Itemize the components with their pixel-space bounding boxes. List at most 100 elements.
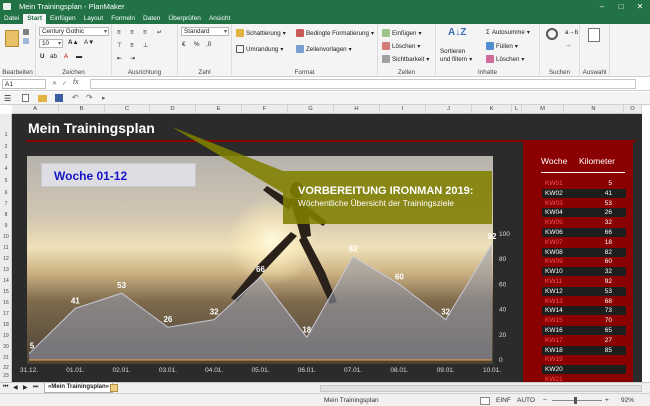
- column-header[interactable]: G: [288, 105, 334, 114]
- row-header[interactable]: 10: [0, 234, 12, 240]
- column-header[interactable]: F: [242, 105, 288, 114]
- align-center-icon[interactable]: ≡: [130, 29, 134, 36]
- row-header[interactable]: 21: [0, 355, 12, 361]
- redo-icon[interactable]: ↷: [86, 93, 93, 102]
- new-file-icon[interactable]: [22, 94, 29, 102]
- formula-input[interactable]: [90, 79, 636, 89]
- cell-reference-box[interactable]: A1: [2, 79, 46, 89]
- align-middle-icon[interactable]: ≡: [130, 42, 134, 49]
- column-header[interactable]: B: [59, 105, 105, 114]
- zoom-slider[interactable]: [552, 400, 602, 401]
- underline-icon[interactable]: U: [40, 53, 44, 60]
- row-header[interactable]: 18: [0, 322, 12, 328]
- zoom-in-icon[interactable]: +: [605, 395, 609, 406]
- tab-daten[interactable]: Daten: [139, 14, 164, 24]
- row-header[interactable]: 1: [0, 132, 12, 138]
- tab-datei[interactable]: Datei: [0, 14, 23, 24]
- status-mode-einf[interactable]: EINF: [496, 395, 511, 406]
- font-name-select[interactable]: Century Gothic: [39, 27, 109, 36]
- cut-icon[interactable]: [23, 29, 29, 35]
- add-sheet-icon[interactable]: [110, 384, 118, 392]
- column-header[interactable]: I: [380, 105, 426, 114]
- row-header[interactable]: 13: [0, 267, 12, 273]
- next-sheet-icon[interactable]: ▶: [23, 384, 28, 391]
- wrap-text-icon[interactable]: ↵: [157, 29, 162, 36]
- indent-icon[interactable]: ⇤: [117, 55, 122, 62]
- percent-icon[interactable]: %: [194, 41, 200, 48]
- row-header[interactable]: 5: [0, 178, 12, 184]
- align-left-icon[interactable]: ≡: [117, 29, 121, 36]
- select-icon[interactable]: [588, 28, 600, 42]
- undo-icon[interactable]: ↶: [72, 93, 79, 102]
- copy-icon[interactable]: [23, 38, 29, 44]
- row-header[interactable]: 9: [0, 223, 12, 229]
- thousands-icon[interactable]: ,0: [206, 41, 211, 48]
- row-header[interactable]: 14: [0, 278, 12, 284]
- sichtbarkeit-button[interactable]: Sichtbarkeit ▾: [382, 55, 429, 63]
- zoom-slider-thumb[interactable]: [574, 397, 577, 404]
- schattierung-button[interactable]: Schattierung ▾: [236, 29, 286, 37]
- number-format-select[interactable]: Standard: [181, 27, 229, 36]
- goto-icon[interactable]: →: [565, 42, 571, 49]
- column-header[interactable]: J: [426, 105, 472, 114]
- row-header[interactable]: 7: [0, 201, 12, 207]
- row-header[interactable]: 20: [0, 344, 12, 350]
- sort-filter-icon[interactable]: A↓Z: [448, 27, 466, 38]
- close-icon[interactable]: ✕: [630, 0, 650, 13]
- row-header[interactable]: 17: [0, 311, 12, 317]
- fuellen-button[interactable]: Füllen ▾: [486, 42, 518, 50]
- row-header[interactable]: 6: [0, 190, 12, 196]
- replace-icon[interactable]: a→b: [565, 29, 578, 36]
- sheet-tab-mein-trainingsplan[interactable]: «Mein Trainingsplan»: [44, 383, 114, 393]
- row-header[interactable]: 12: [0, 256, 12, 262]
- status-mode-auto[interactable]: AUTO: [517, 395, 535, 406]
- column-header[interactable]: H: [334, 105, 380, 114]
- menu-icon[interactable]: ☰: [4, 94, 11, 103]
- umrandung-button[interactable]: Umrandung ▾: [236, 45, 283, 53]
- row-header[interactable]: 22: [0, 365, 12, 371]
- column-header[interactable]: N: [564, 105, 624, 114]
- align-top-icon[interactable]: ⊤: [117, 42, 122, 49]
- paste-icon[interactable]: [5, 30, 19, 47]
- row-header[interactable]: 23: [0, 373, 12, 379]
- zellenvorlagen-button[interactable]: Zellenvorlagen ▾: [296, 45, 352, 53]
- column-header[interactable]: C: [105, 105, 150, 114]
- column-header[interactable]: M: [522, 105, 564, 114]
- zellen-loeschen-button[interactable]: Löschen ▾: [382, 42, 421, 50]
- column-header[interactable]: K: [472, 105, 512, 114]
- tab-formeln[interactable]: Formeln: [107, 14, 139, 24]
- zoom-out-icon[interactable]: −: [543, 395, 547, 406]
- grow-font-icon[interactable]: A▲: [68, 39, 79, 46]
- row-header[interactable]: 4: [0, 166, 12, 172]
- tab-start[interactable]: Start: [23, 14, 46, 24]
- repeat-icon[interactable]: ▸: [102, 94, 106, 102]
- column-header[interactable]: A: [12, 105, 59, 114]
- align-bottom-icon[interactable]: ⊥: [143, 42, 148, 49]
- column-header[interactable]: E: [196, 105, 242, 114]
- highlight-icon[interactable]: ▬: [76, 53, 82, 60]
- align-right-icon[interactable]: ≡: [143, 29, 147, 36]
- sort-filter-label-1[interactable]: Sortieren: [440, 48, 465, 55]
- cancel-icon[interactable]: ✕: [52, 80, 57, 87]
- maximize-icon[interactable]: □: [611, 0, 631, 13]
- shrink-font-icon[interactable]: A▼: [84, 39, 94, 46]
- row-header[interactable]: 11: [0, 245, 12, 251]
- save-icon[interactable]: [55, 94, 63, 102]
- row-header[interactable]: 3: [0, 154, 12, 160]
- bedingte-formatierung-button[interactable]: Bedingte Formatierung ▾: [296, 29, 374, 37]
- row-header[interactable]: 19: [0, 333, 12, 339]
- confirm-icon[interactable]: ✓: [62, 80, 67, 87]
- inhalte-loeschen-button[interactable]: Löschen ▾: [486, 55, 525, 63]
- tab-ueberpruefen[interactable]: Überprüfen: [164, 14, 205, 24]
- column-header[interactable]: L: [512, 105, 522, 114]
- tab-layout[interactable]: Layout: [80, 14, 108, 24]
- zellen-einfuegen-button[interactable]: Einfügen ▾: [382, 29, 422, 37]
- row-header[interactable]: 16: [0, 300, 12, 306]
- last-sheet-icon[interactable]: ⏭: [33, 384, 38, 391]
- font-color-icon[interactable]: A: [64, 53, 68, 60]
- horizontal-scrollbar[interactable]: [320, 385, 642, 392]
- worksheet[interactable]: Mein Trainingsplan Woche 01-12 VORBEREIT…: [12, 114, 642, 382]
- tab-einfuegen[interactable]: Einfügen: [46, 14, 80, 24]
- open-file-icon[interactable]: [38, 95, 47, 102]
- minimize-icon[interactable]: –: [592, 0, 612, 13]
